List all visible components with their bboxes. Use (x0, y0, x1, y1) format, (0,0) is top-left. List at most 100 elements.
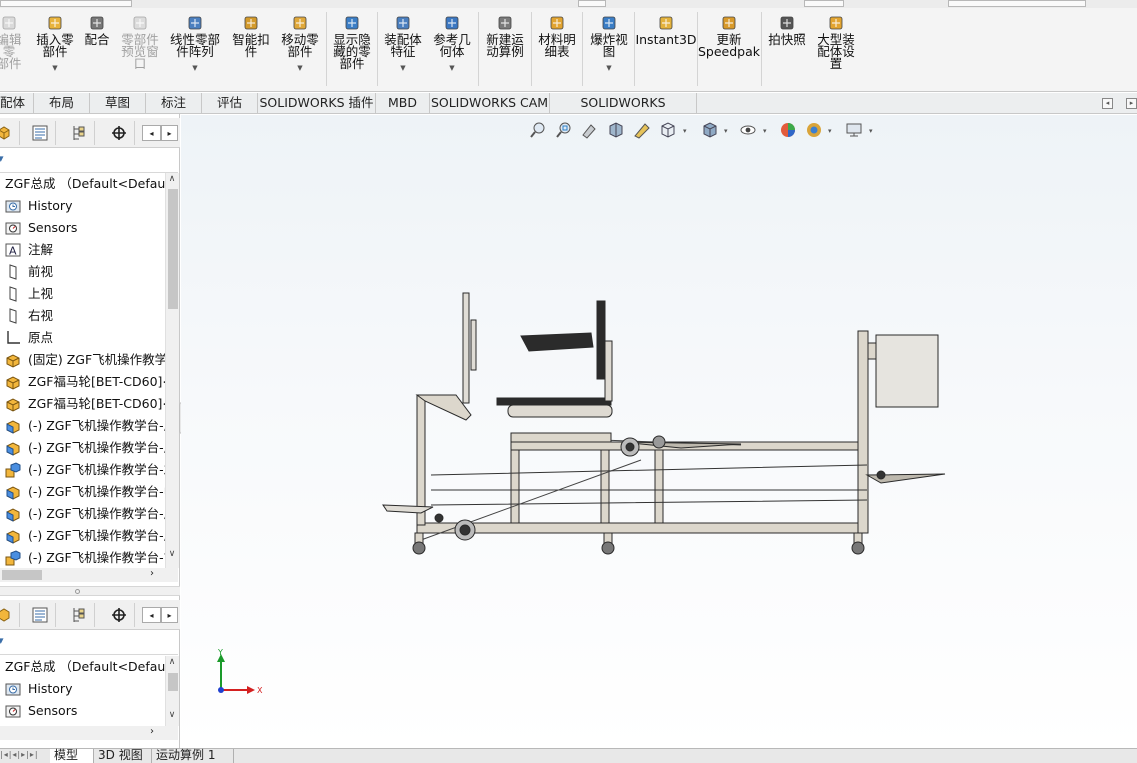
tab-1[interactable]: 布局 (34, 93, 90, 114)
ribbon-button-2[interactable]: 配合 (82, 14, 112, 46)
tree-node[interactable]: 上视 (0, 283, 165, 305)
tree-node[interactable]: ZGF福马轮[BET-CD60]<0 (0, 393, 165, 415)
scroll-up-icon[interactable]: ∧ (166, 657, 178, 667)
tree-node[interactable]: 原点 (0, 327, 165, 349)
tab-nav-arrows-icon[interactable]: |◂|◂|▸|▸| (0, 750, 42, 763)
dimxpert-tab-icon[interactable] (103, 121, 135, 145)
chevron-down-icon[interactable]: ▼ (400, 62, 405, 74)
snapshot-camera-icon (778, 14, 796, 32)
ribbon-button-0[interactable]: 编辑零 部件 (0, 14, 26, 70)
tree-node[interactable]: History (0, 678, 165, 700)
tab-2[interactable]: 草图 (90, 93, 146, 114)
tab-5[interactable]: SOLIDWORKS 插件 (258, 93, 376, 114)
scroll-down-icon[interactable]: ∨ (166, 549, 178, 559)
bottom-tab-0[interactable]: 模型 (50, 749, 94, 763)
ribbon-button-14[interactable]: 更新 Speedpak (698, 14, 760, 58)
scroll-up-icon[interactable]: ∧ (166, 174, 178, 184)
tree-node[interactable]: History (0, 195, 165, 217)
ribbon-button-11[interactable]: 材料明 细表 (535, 14, 579, 58)
ribbon-button-3[interactable]: 零部件 预览窗 口 (118, 14, 162, 70)
panel-tab-next-icon[interactable]: ▸ (161, 607, 178, 623)
ribbon-button-12[interactable]: 爆炸视 图 ▼ (587, 14, 631, 74)
chevron-down-icon[interactable]: ▼ (449, 62, 454, 74)
tree-node[interactable]: A 注解 (0, 239, 165, 261)
bottom-tab-2[interactable]: 运动算例 1 (152, 749, 234, 763)
tree-filter-bar-secondary[interactable]: ▾ (0, 631, 178, 655)
assembly-model[interactable] (181, 115, 1137, 748)
command-tabs: 配体 布局 草图 标注 评估 SOLIDWORKS 插件 MBD SOLIDWORKS CAM… (0, 93, 1137, 130)
tree-node[interactable]: 右视 (0, 305, 165, 327)
tab-scroll-left-icon[interactable]: ◂ (1102, 98, 1113, 109)
search-box[interactable] (948, 0, 1086, 7)
panel-tab-prev-icon[interactable]: ◂ (142, 125, 161, 141)
tree-horizontal-scrollbar[interactable]: › (0, 568, 178, 582)
dimxpert-tab-icon[interactable] (103, 603, 135, 627)
tree-node[interactable]: Sensors (0, 700, 165, 722)
graphics-area[interactable]: ▾ ▾ ▾ ▾ ▾ Y X (181, 115, 1137, 748)
tree-node[interactable]: (-) ZGF飞机操作教学台-后 (0, 503, 165, 525)
tab-8[interactable]: SOLIDWORKS Inspection (550, 93, 697, 130)
tree-node[interactable]: ZGF福马轮[BET-CD60]<1 (0, 371, 165, 393)
tree-root[interactable]: ZGF总成 （Default<Default_D (0, 173, 165, 195)
tree-node[interactable]: (固定) ZGF飞机操作教学台 (0, 349, 165, 371)
part-float-icon (5, 484, 22, 500)
ribbon-button-16[interactable]: 大型装 配体设 置 (813, 14, 859, 70)
part-float-icon (5, 506, 22, 522)
tree-node[interactable]: (-) ZGF飞机操作教学台-肩 (0, 525, 165, 547)
tab-scroll-right-icon[interactable]: ▸ (1126, 98, 1137, 109)
ribbon-button-1[interactable]: 插入零 部件 ▼ (33, 14, 77, 74)
guide-rods (430, 464, 868, 506)
ribbon-button-7[interactable]: 显示隐 藏的零 部件 (330, 14, 374, 70)
property-manager-tab-icon[interactable] (24, 603, 56, 627)
tree-node[interactable]: (-) ZGF飞机操作教学台-中 (0, 481, 165, 503)
tree-node[interactable]: Sensors (0, 217, 165, 239)
scroll-thumb[interactable] (168, 189, 178, 309)
ribbon-button-8[interactable]: 装配体 特征 ▼ (381, 14, 425, 74)
ribbon-separator (634, 12, 635, 86)
chevron-down-icon[interactable]: ▼ (297, 62, 302, 74)
show-hidden-icon (343, 14, 361, 32)
tree-root[interactable]: ZGF总成 （Default<Default_D (0, 656, 165, 678)
panel-tab-next-icon[interactable]: ▸ (161, 125, 178, 141)
ribbon-button-15[interactable]: 拍快照 (765, 14, 809, 46)
tree-node[interactable]: 前视 (0, 261, 165, 283)
tree-vertical-scrollbar[interactable]: ∧ ∨ (165, 173, 179, 568)
tree-node[interactable]: (-) ZGF飞机操作教学台-肩 (0, 415, 165, 437)
tree-vertical-scrollbar[interactable]: ∧ ∨ (165, 656, 179, 726)
chevron-down-icon[interactable]: ▼ (52, 62, 57, 74)
ribbon-button-4[interactable]: 线性零部 件阵列 ▼ (166, 14, 224, 74)
filter-icon[interactable]: ▾ (0, 634, 4, 647)
tree-horizontal-scrollbar[interactable]: › (0, 726, 178, 740)
part-float-icon (5, 440, 22, 456)
configuration-manager-tab-icon[interactable] (63, 603, 95, 627)
panel-splitter[interactable] (0, 586, 180, 596)
filter-icon[interactable]: ▾ (0, 152, 4, 165)
scroll-down-icon[interactable]: ∨ (166, 710, 178, 720)
tab-7[interactable]: SOLIDWORKS CAM (430, 93, 550, 114)
ribbon-button-13[interactable]: Instant3D (635, 14, 697, 46)
chevron-down-icon[interactable]: ▼ (192, 62, 197, 74)
scroll-right-icon[interactable]: › (150, 726, 154, 737)
ribbon-button-6[interactable]: 移动零 部件 ▼ (278, 14, 322, 74)
tree-node[interactable]: (-) ZGF飞机操作教学台-肩 (0, 437, 165, 459)
tree-filter-bar[interactable]: ▾ (0, 149, 178, 173)
tab-6[interactable]: MBD (376, 93, 430, 114)
ribbon-button-5[interactable]: 智能扣 件 (229, 14, 273, 58)
ribbon-button-10[interactable]: 新建运 动算例 (483, 14, 527, 58)
tab-4[interactable]: 评估 (202, 93, 258, 114)
panel-tab-prev-icon[interactable]: ◂ (142, 607, 161, 623)
scroll-right-icon[interactable]: › (150, 568, 154, 579)
feature-manager-tab-icon[interactable] (0, 121, 20, 145)
feature-manager-tab-icon[interactable] (0, 603, 20, 627)
bottom-tab-1[interactable]: 3D 视图 (94, 749, 152, 763)
tree-node[interactable]: (-) ZGF飞机操作教学台-前 (0, 547, 165, 569)
tab-3[interactable]: 标注 (146, 93, 202, 114)
chevron-down-icon[interactable]: ▼ (606, 62, 611, 74)
tab-0[interactable]: 配体 (0, 93, 34, 114)
property-manager-tab-icon[interactable] (24, 121, 56, 145)
configuration-manager-tab-icon[interactable] (63, 121, 95, 145)
tree-node[interactable]: (-) ZGF飞机操作教学台-左 (0, 459, 165, 481)
scroll-thumb[interactable] (168, 673, 178, 691)
ribbon-button-9[interactable]: 参考几 何体 ▼ (430, 14, 474, 74)
hscroll-thumb[interactable] (2, 570, 42, 580)
